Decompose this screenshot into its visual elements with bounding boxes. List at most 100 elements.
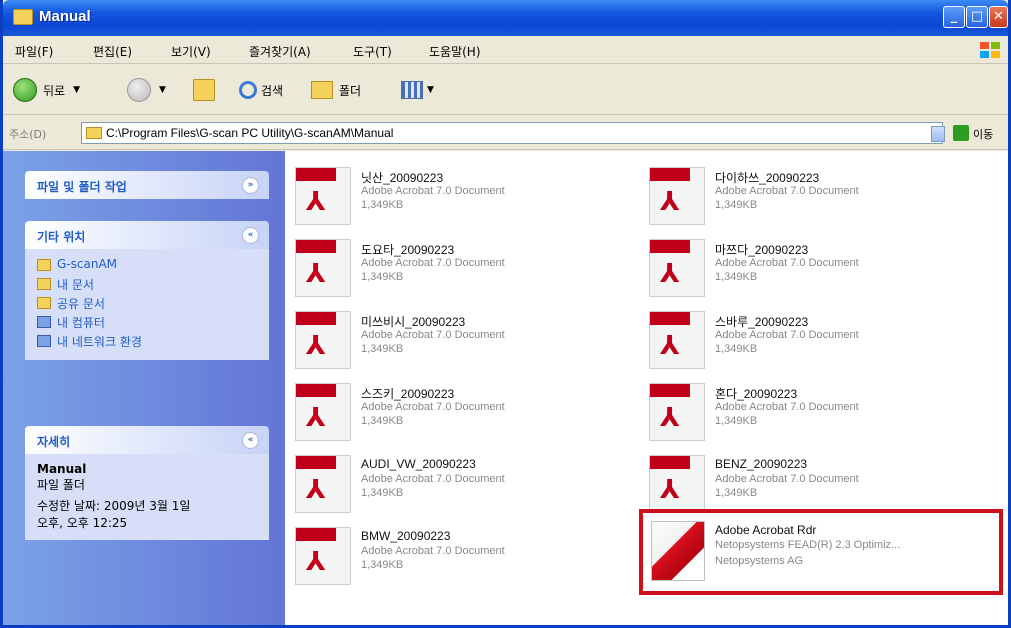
- detail-type: 파일 폴더: [37, 478, 85, 492]
- place-label: G-scanAM: [57, 257, 117, 271]
- forward-button[interactable]: ▼: [127, 77, 166, 103]
- address-path: C:\Program Files\G-scan PC Utility\G-sca…: [106, 126, 394, 140]
- views-icon: [401, 81, 423, 99]
- place-item[interactable]: 내 문서: [37, 276, 257, 295]
- forward-arrow-icon: [127, 78, 151, 102]
- file-name: 혼다_20090223: [715, 387, 798, 401]
- network-icon: [37, 335, 51, 347]
- panel-header[interactable]: 기타 위치 «: [25, 221, 269, 249]
- file-name: 닛산_20090223: [361, 171, 444, 185]
- file-type: Adobe Acrobat 7.0 Document: [715, 257, 859, 269]
- file-type: Adobe Acrobat 7.0 Document: [361, 473, 505, 485]
- address-label: 주소(D): [9, 128, 47, 141]
- file-item[interactable]: ⅄ 미쓰비시_20090223 Adobe Acrobat 7.0 Docume…: [289, 305, 609, 375]
- file-type: Adobe Acrobat 7.0 Document: [361, 257, 505, 269]
- file-size: 1,349KB: [715, 271, 758, 283]
- menu-bar: 파일(F) 편집(E) 보기(V) 즐겨찾기(A) 도구(T) 도움말(H): [3, 36, 1008, 64]
- file-type: Adobe Acrobat 7.0 Document: [715, 401, 859, 413]
- place-item[interactable]: 내 네트워크 환경: [37, 333, 257, 352]
- minimize-button[interactable]: _: [943, 6, 965, 28]
- pdf-icon: ⅄: [649, 239, 705, 297]
- folders-button[interactable]: 폴더: [311, 77, 361, 103]
- file-type: Adobe Acrobat 7.0 Document: [715, 329, 859, 341]
- file-name: BMW_20090223: [361, 529, 451, 543]
- maximize-button[interactable]: □: [966, 6, 988, 28]
- place-label: 공유 문서: [57, 297, 105, 311]
- panel-header[interactable]: 자세히 «: [25, 426, 269, 454]
- explorer-window: Manual _ □ ✕ 파일(F) 편집(E) 보기(V) 즐겨찾기(A) 도…: [0, 0, 1011, 628]
- file-item[interactable]: ⅄ 혼다_20090223 Adobe Acrobat 7.0 Document…: [643, 377, 963, 447]
- close-button[interactable]: ✕: [989, 6, 1008, 28]
- panel-title: 기타 위치: [37, 230, 86, 244]
- menu-file[interactable]: 파일(F): [15, 43, 53, 60]
- up-folder-button[interactable]: [193, 77, 215, 103]
- place-label: 내 컴퓨터: [57, 316, 105, 330]
- pdf-icon: ⅄: [295, 239, 351, 297]
- up-folder-icon: [193, 79, 215, 101]
- place-item[interactable]: 내 컴퓨터: [37, 314, 257, 333]
- folder-icon: [37, 259, 51, 271]
- file-item[interactable]: ⅄ AUDI_VW_20090223 Adobe Acrobat 7.0 Doc…: [289, 449, 609, 519]
- views-button[interactable]: ▼: [401, 77, 434, 103]
- menu-view[interactable]: 보기(V): [171, 43, 211, 60]
- chevron-down-icon[interactable]: »: [242, 177, 259, 194]
- file-size: 1,349KB: [361, 415, 404, 427]
- folder-icon: [86, 127, 102, 139]
- windows-logo-icon: [980, 42, 1000, 58]
- details-body: Manual 파일 폴더 수정한 날짜: 2009년 3월 1일 오후, 오후 …: [25, 454, 269, 540]
- file-item[interactable]: ⅄ 다이하쓰_20090223 Adobe Acrobat 7.0 Docume…: [643, 161, 963, 231]
- file-size: 1,349KB: [361, 199, 404, 211]
- file-size: 1,349KB: [361, 271, 404, 283]
- search-button[interactable]: 검색: [239, 77, 283, 103]
- window-title: Manual: [39, 8, 91, 25]
- chevron-up-icon[interactable]: «: [242, 432, 259, 449]
- pdf-icon: ⅄: [295, 311, 351, 369]
- title-bar[interactable]: Manual _ □ ✕: [3, 0, 1008, 36]
- details-panel: 자세히 « Manual 파일 폴더 수정한 날짜: 2009년 3월 1일 오…: [25, 426, 269, 540]
- shared-folder-icon: [37, 297, 51, 309]
- go-arrow-icon[interactable]: [953, 125, 969, 141]
- folder-icon: [13, 9, 33, 25]
- menu-edit[interactable]: 편집(E): [93, 43, 132, 60]
- menu-tools[interactable]: 도구(T): [353, 43, 392, 60]
- folders-label: 폴더: [339, 83, 362, 98]
- file-item[interactable]: ⅄ 스즈키_20090223 Adobe Acrobat 7.0 Documen…: [289, 377, 609, 447]
- panel-title: 파일 및 폴더 작업: [37, 180, 127, 194]
- menu-help[interactable]: 도움말(H): [429, 43, 481, 60]
- file-item[interactable]: ⅄ BMW_20090223 Adobe Acrobat 7.0 Documen…: [289, 521, 609, 591]
- pdf-icon: ⅄: [295, 527, 351, 585]
- chevron-up-icon[interactable]: «: [242, 227, 259, 244]
- panel-header[interactable]: 파일 및 폴더 작업 »: [25, 171, 269, 199]
- search-icon: [239, 81, 257, 99]
- file-name: 마쯔다_20090223: [715, 243, 809, 257]
- place-item[interactable]: 공유 문서: [37, 295, 257, 314]
- chevron-down-icon: ▼: [159, 85, 166, 95]
- file-item[interactable]: ⅄ 도요타_20090223 Adobe Acrobat 7.0 Documen…: [289, 233, 609, 303]
- file-item[interactable]: ⅄ 닛산_20090223 Adobe Acrobat 7.0 Document…: [289, 161, 609, 231]
- menu-favorites[interactable]: 즐겨찾기(A): [249, 43, 311, 60]
- file-item[interactable]: ⅄ 스바루_20090223 Adobe Acrobat 7.0 Documen…: [643, 305, 963, 375]
- file-size: 1,349KB: [715, 487, 758, 499]
- address-dropdown-button[interactable]: [931, 126, 945, 142]
- address-input[interactable]: C:\Program Files\G-scan PC Utility\G-sca…: [81, 122, 943, 144]
- place-item[interactable]: G-scanAM: [37, 257, 257, 276]
- pdf-icon: ⅄: [649, 455, 705, 513]
- file-name: 다이하쓰_20090223: [715, 171, 820, 185]
- detail-name: Manual: [37, 462, 87, 476]
- address-bar: 주소(D) C:\Program Files\G-scan PC Utility…: [3, 116, 1008, 150]
- task-pane: 파일 및 폴더 작업 » 기타 위치 « G-scanAM 내 문서 공유 문서…: [3, 151, 285, 625]
- go-button[interactable]: 이동: [973, 126, 993, 142]
- place-label: 내 문서: [57, 278, 94, 292]
- highlighted-installer-item[interactable]: Adobe Acrobat Rdr Netopsystems FEAD(R) 2…: [639, 509, 1003, 595]
- detail-time: 오후, 오후 12:25: [37, 516, 128, 530]
- back-button[interactable]: 뒤로 ▼: [13, 77, 80, 103]
- file-item[interactable]: ⅄ 마쯔다_20090223 Adobe Acrobat 7.0 Documen…: [643, 233, 963, 303]
- file-name: 스바루_20090223: [715, 315, 809, 329]
- file-name: Adobe Acrobat Rdr: [715, 523, 817, 537]
- file-size: 1,349KB: [715, 199, 758, 211]
- file-size: 1,349KB: [361, 343, 404, 355]
- file-name: 미쓰비시_20090223: [361, 315, 466, 329]
- file-folder-tasks-panel: 파일 및 폴더 작업 »: [25, 171, 269, 199]
- computer-icon: [37, 316, 51, 328]
- file-type: Adobe Acrobat 7.0 Document: [361, 545, 505, 557]
